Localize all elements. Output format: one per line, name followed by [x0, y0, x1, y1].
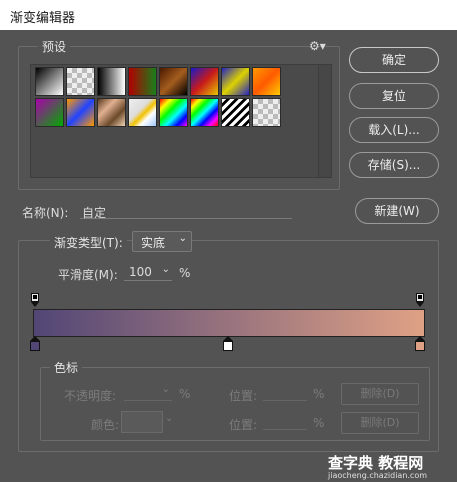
location-unit: %: [313, 387, 325, 401]
preset-swatch[interactable]: [66, 98, 95, 127]
title-bar: 渐变编辑器: [0, 0, 457, 30]
watermark: 查字典 教程网 jiaocheng.chazidian.com: [322, 452, 452, 480]
opacity-label: 不透明度:: [64, 389, 117, 403]
preset-swatch[interactable]: [128, 67, 157, 96]
color-stop-left[interactable]: [30, 336, 40, 352]
color-stop-right[interactable]: [415, 336, 425, 352]
preset-swatch[interactable]: [159, 67, 188, 96]
opacity-stop-left[interactable]: [31, 293, 40, 308]
presets-legend: 预设: [38, 38, 71, 55]
ok-button[interactable]: 确定: [349, 47, 439, 73]
smoothness-value: 100: [129, 265, 152, 279]
preset-swatch[interactable]: [190, 67, 219, 96]
gradient-type-value: 实底: [141, 236, 166, 250]
smoothness-input[interactable]: 100 ⌄: [124, 264, 172, 281]
name-label: 名称(N):: [22, 206, 69, 220]
chevron-down-icon: ⌄: [178, 233, 187, 244]
chevron-down-icon: ⌄: [161, 264, 170, 275]
gear-icon[interactable]: ⚙▾: [309, 39, 326, 53]
location-input-opacity[interactable]: [263, 386, 307, 401]
new-button[interactable]: 新建(W): [355, 198, 439, 224]
save-button[interactable]: 存储(S)...: [349, 152, 439, 178]
preset-swatch[interactable]: [35, 67, 64, 96]
preset-swatch[interactable]: [97, 98, 126, 127]
window-title: 渐变编辑器: [10, 11, 76, 26]
stops-legend: 色标: [50, 359, 83, 376]
gradient-type-label: 渐变类型(T):: [50, 234, 127, 251]
gradient-preview-bar[interactable]: [33, 309, 425, 337]
preset-swatch[interactable]: [190, 98, 219, 127]
location2-unit: %: [313, 416, 325, 430]
preset-swatch[interactable]: [221, 67, 250, 96]
preset-swatch[interactable]: [252, 98, 281, 127]
preset-swatch[interactable]: [252, 67, 281, 96]
delete-opacity-stop-button[interactable]: 删除(D): [341, 383, 419, 405]
opacity-stop-right[interactable]: [416, 293, 425, 308]
chevron-down-icon[interactable]: ⌄: [165, 413, 173, 424]
gradient-type-dropdown[interactable]: 实底 ⌄: [132, 231, 192, 252]
preset-swatch[interactable]: [97, 67, 126, 96]
preset-swatch[interactable]: [221, 98, 250, 127]
smoothness-unit: %: [179, 266, 191, 280]
location-input-color[interactable]: [263, 415, 307, 430]
stop-color-swatch[interactable]: [121, 411, 163, 433]
chevron-down-icon: ⌄: [161, 384, 170, 395]
preset-swatch[interactable]: [159, 98, 188, 127]
color-stop-middle[interactable]: [223, 336, 233, 352]
preset-swatch[interactable]: [128, 98, 157, 127]
preset-scrollbar[interactable]: [318, 65, 331, 177]
location-label: 位置:: [229, 389, 258, 403]
reset-button[interactable]: 复位: [349, 83, 439, 109]
watermark-main: 查字典 教程网: [328, 454, 424, 472]
preset-swatch-grid: [30, 64, 332, 178]
smoothness-label: 平滑度(M):: [58, 268, 118, 282]
load-button[interactable]: 载入(L)...: [349, 117, 439, 143]
preset-swatch[interactable]: [35, 98, 64, 127]
location2-label: 位置:: [229, 418, 258, 432]
preset-swatch[interactable]: [66, 67, 95, 96]
watermark-sub: jiaocheng.chazidian.com: [328, 471, 428, 480]
opacity-input[interactable]: ⌄: [124, 384, 172, 401]
opacity-unit: %: [179, 387, 191, 401]
color-label: 颜色:: [91, 418, 120, 432]
delete-color-stop-button[interactable]: 删除(D): [341, 412, 419, 434]
name-field[interactable]: 自定: [80, 204, 292, 220]
